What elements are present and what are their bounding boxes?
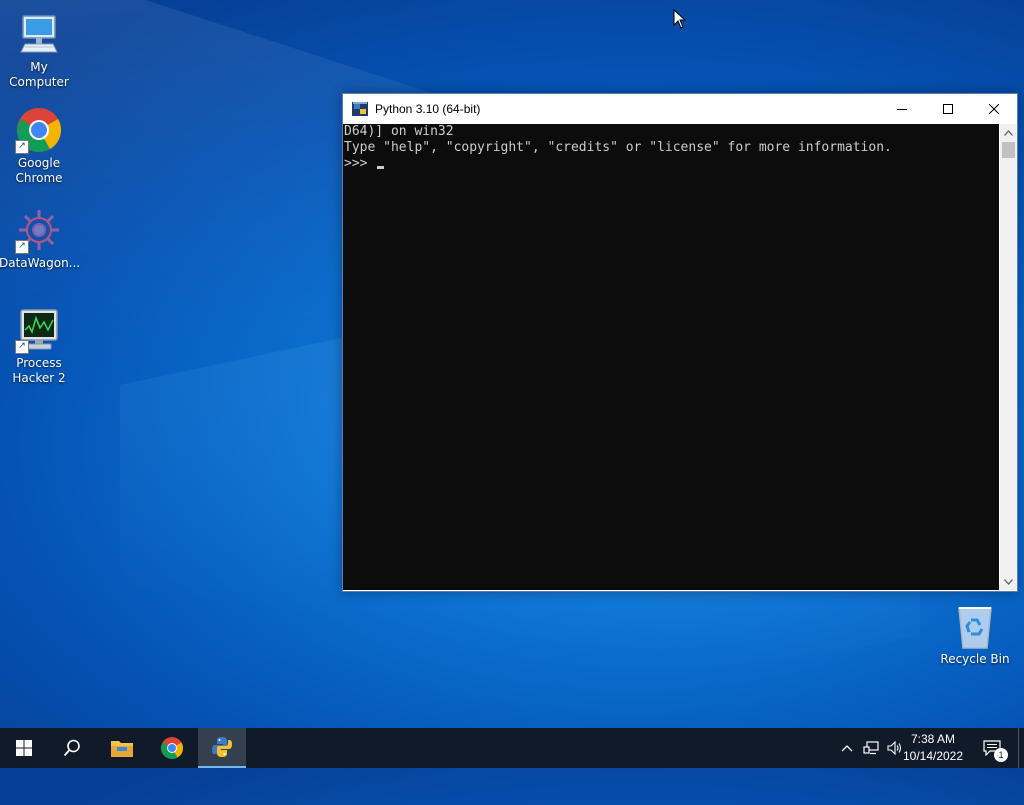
start-button[interactable] (0, 728, 48, 768)
start-icon (16, 740, 32, 756)
taskbar-file-explorer[interactable] (98, 728, 146, 768)
process-hacker-icon: ↗ (15, 306, 63, 354)
desktop-icon-process-hacker[interactable]: ↗ Process Hacker 2 (0, 306, 79, 386)
scroll-down-button[interactable] (1000, 573, 1017, 590)
computer-icon (15, 10, 63, 58)
clock-time: 7:38 AM (910, 732, 956, 746)
python-icon (352, 101, 368, 117)
close-icon (989, 104, 999, 114)
console-line: Type "help", "copyright", "credits" or "… (344, 140, 892, 155)
desktop-icon-google-chrome[interactable]: ↗ Google Chrome (0, 106, 79, 186)
minimize-icon (897, 109, 907, 110)
chrome-icon: ↗ (15, 106, 63, 154)
chrome-icon (161, 737, 183, 759)
console-prompt-line: >>> (343, 156, 999, 172)
mouse-pointer-icon (673, 8, 687, 33)
chevron-down-icon (1004, 578, 1013, 585)
desktop-icon-label: My Computer (9, 60, 69, 89)
show-hidden-icons-button[interactable] (838, 728, 856, 768)
maximize-button[interactable] (925, 94, 971, 124)
close-button[interactable] (971, 94, 1017, 124)
network-button[interactable] (860, 728, 882, 768)
scroll-up-button[interactable] (1000, 124, 1017, 141)
window-title: Python 3.10 (64-bit) (375, 102, 481, 116)
shortcut-arrow-icon: ↗ (15, 240, 29, 254)
desktop-icon-label: DataWagon... (0, 256, 81, 270)
vertical-scrollbar[interactable] (1000, 124, 1017, 590)
shortcut-arrow-icon: ↗ (15, 340, 29, 354)
desktop-icon-recycle-bin[interactable]: Recycle Bin (935, 602, 1015, 667)
text-cursor (377, 166, 385, 169)
python-icon (212, 737, 232, 757)
search-button[interactable] (48, 728, 96, 768)
console-prompt: >>> (344, 156, 376, 171)
console-output[interactable]: D64)] on win32 Type "help", "copyright",… (343, 124, 999, 590)
desktop-icon-my-computer[interactable]: My Computer (0, 10, 79, 90)
taskbar-chrome[interactable] (148, 728, 196, 768)
taskbar-python[interactable] (198, 728, 246, 768)
python-console-window[interactable]: Python 3.10 (64-bit) D64)] on win32 Type… (342, 93, 1018, 592)
minimize-button[interactable] (879, 94, 925, 124)
chevron-up-icon (1004, 129, 1013, 136)
notification-badge: 1 (994, 748, 1008, 762)
desktop-icon-label: Recycle Bin (940, 652, 1010, 666)
clock-date: 10/14/2022 (902, 749, 964, 763)
scroll-thumb[interactable] (1002, 142, 1015, 158)
console-line: D64)] on win32 (344, 124, 454, 139)
window-titlebar[interactable]: Python 3.10 (64-bit) (343, 94, 1017, 124)
file-explorer-icon (111, 741, 133, 757)
show-desktop-button[interactable] (1018, 728, 1024, 768)
maximize-icon (943, 104, 953, 114)
desktop-icon-datawagon[interactable]: ↗ DataWagon... (0, 206, 81, 271)
action-center-button[interactable]: 1 (972, 728, 1012, 768)
taskbar-clock[interactable]: 7:38 AM 10/14/2022 (898, 731, 968, 765)
network-icon (863, 741, 879, 755)
desktop-icon-label: Google Chrome (15, 156, 63, 185)
search-icon (63, 739, 80, 757)
taskbar: 7:38 AM 10/14/2022 1 (0, 728, 1024, 768)
recycle-bin-icon (951, 602, 999, 650)
datawagon-icon: ↗ (15, 206, 63, 254)
chevron-up-icon (841, 745, 853, 752)
desktop-icon-label: Process Hacker 2 (12, 356, 66, 385)
shortcut-arrow-icon: ↗ (15, 140, 29, 154)
